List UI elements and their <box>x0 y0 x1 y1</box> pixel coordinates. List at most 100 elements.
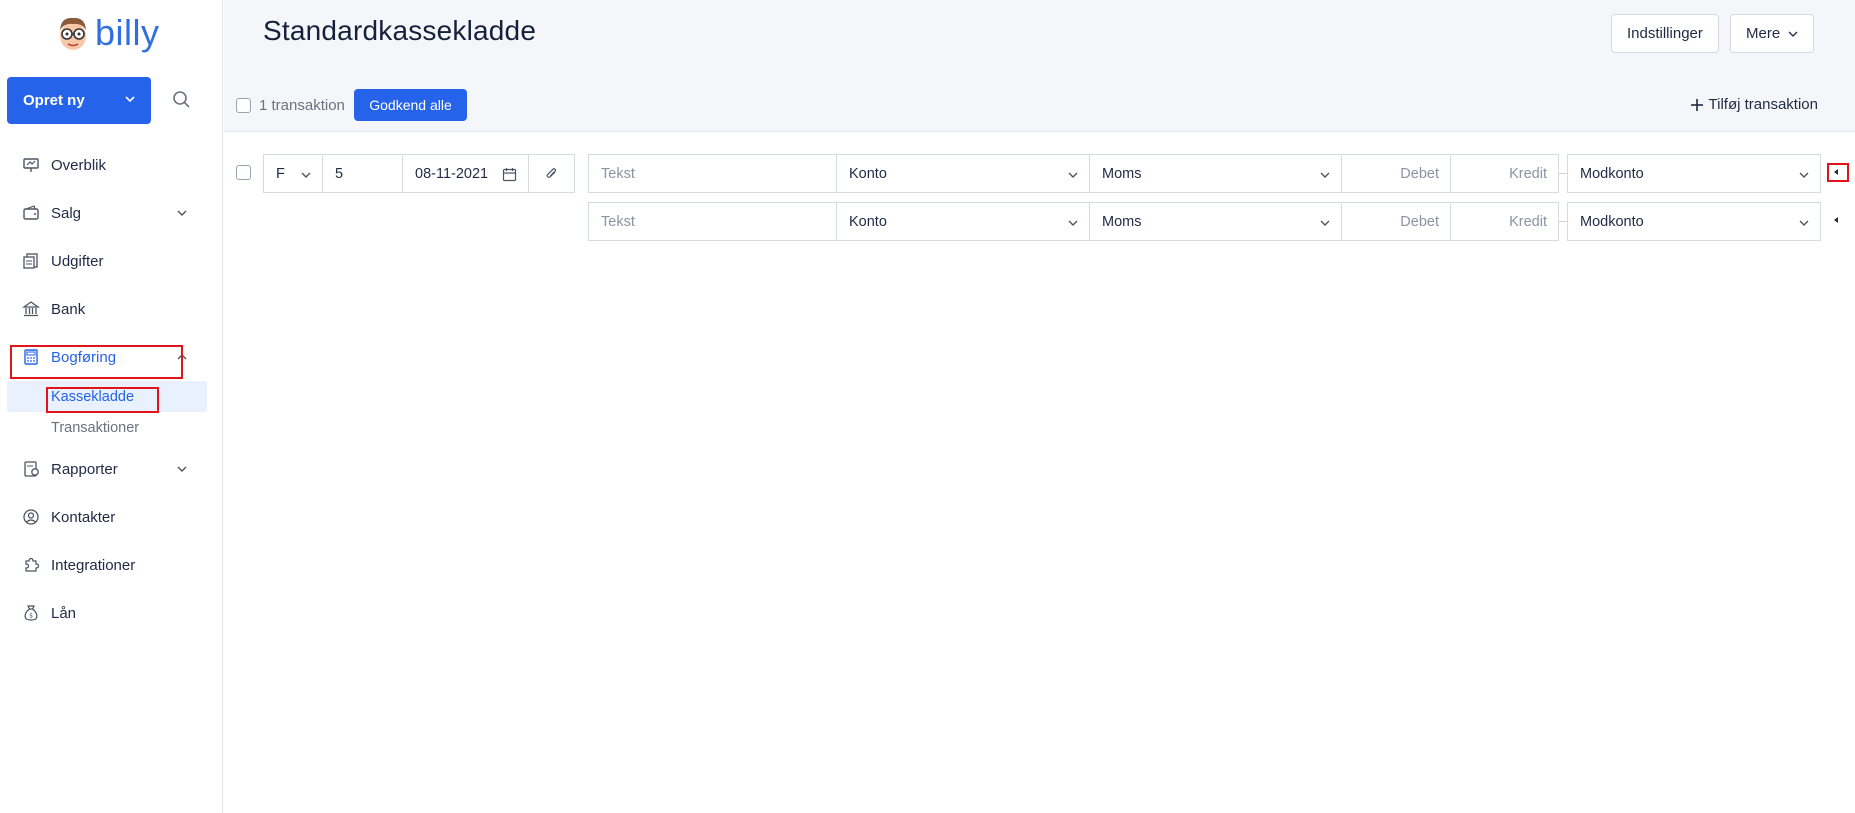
sidebar-item-label: Salg <box>51 204 82 222</box>
row-expand-button[interactable] <box>1827 163 1845 181</box>
search-icon <box>173 91 190 108</box>
billy-logo[interactable]: billy <box>55 14 160 52</box>
sidebar-item-integrationer[interactable]: Integrationer <box>0 545 223 585</box>
contra-account-value: Modkonto <box>1580 213 1644 230</box>
chevron-down-icon <box>177 210 187 216</box>
contra-account-select[interactable]: Modkonto <box>1567 154 1821 193</box>
debit-placeholder: Debet <box>1400 213 1439 230</box>
page-header: Standardkassekladde Indstillinger Mere 1… <box>224 0 1855 132</box>
money-bag-icon: $ <box>24 605 38 621</box>
account-select[interactable]: Konto <box>836 154 1090 193</box>
sidebar-item-label: Lån <box>51 604 77 622</box>
chevron-down-icon <box>125 96 135 103</box>
sidebar-item-label: Overblik <box>51 156 107 174</box>
bank-icon <box>22 301 40 317</box>
sidebar-item-label: Bank <box>51 300 86 318</box>
account-value: Konto <box>849 165 887 182</box>
sidebar: billy Opret ny Overblik Salg Udgifter Ba… <box>0 0 223 813</box>
chevron-down-icon <box>1068 172 1078 178</box>
mascot-icon <box>55 14 91 52</box>
credit-placeholder: Kredit <box>1509 165 1547 182</box>
text-placeholder: Tekst <box>601 213 635 230</box>
account-select[interactable]: Konto <box>836 202 1090 241</box>
text-input[interactable]: Tekst <box>588 154 837 193</box>
search-button[interactable] <box>170 88 194 112</box>
sidebar-subitem-kassekladde[interactable]: Kassekladde <box>7 381 207 412</box>
chevron-up-icon <box>177 354 187 360</box>
chevron-down-icon <box>1788 31 1798 37</box>
date-input[interactable]: 08-11-2021 <box>402 154 529 193</box>
chevron-down-icon <box>1320 220 1330 226</box>
text-input[interactable]: Tekst <box>588 202 837 241</box>
sidebar-item-salg[interactable]: Salg <box>0 193 223 233</box>
voucher-number-input[interactable]: 5 <box>322 154 403 193</box>
plus-icon <box>1690 98 1703 111</box>
chevron-down-icon <box>177 466 187 472</box>
divider-dash <box>1559 221 1567 222</box>
contra-account-select[interactable]: Modkonto <box>1567 202 1821 241</box>
sidebar-item-kontakter[interactable]: Kontakter <box>0 497 223 537</box>
sidebar-item-bank[interactable]: Bank <box>0 289 223 329</box>
row-expand-button[interactable] <box>1827 211 1845 229</box>
text-placeholder: Tekst <box>601 165 635 182</box>
approve-all-button[interactable]: Godkend alle <box>354 89 467 121</box>
caret-left-icon <box>1834 169 1838 175</box>
sidebar-subitem-label: Kassekladde <box>51 388 135 405</box>
divider-dash <box>1559 173 1567 174</box>
sidebar-item-label: Integrationer <box>51 556 136 574</box>
sidebar-item-label: Rapporter <box>51 460 118 478</box>
chevron-down-icon <box>1320 172 1330 178</box>
type-value: F <box>276 165 285 182</box>
vat-select[interactable]: Moms <box>1089 154 1342 193</box>
chevron-down-icon <box>301 172 311 178</box>
contra-account-value: Modkonto <box>1580 165 1644 182</box>
sidebar-item-label: Kontakter <box>51 508 116 526</box>
add-transaction-label: Tilføj transaktion <box>1708 96 1818 113</box>
credit-input[interactable]: Kredit <box>1450 154 1559 193</box>
debit-input[interactable]: Debet <box>1341 154 1451 193</box>
chevron-down-icon <box>1068 220 1078 226</box>
attachment-button[interactable] <box>528 154 575 193</box>
chevron-down-icon <box>1799 220 1809 226</box>
sidebar-item-overblik[interactable]: Overblik <box>0 145 223 185</box>
type-select[interactable]: F <box>263 154 323 193</box>
page-title: Standardkassekladde <box>263 15 537 46</box>
create-new-label: Opret ny <box>23 92 85 109</box>
settings-label: Indstillinger <box>1627 25 1703 42</box>
wallet-icon <box>23 205 39 220</box>
vat-select[interactable]: Moms <box>1089 202 1342 241</box>
report-icon <box>24 461 39 477</box>
chevron-down-icon <box>1799 172 1809 178</box>
vat-value: Moms <box>1102 213 1142 230</box>
settings-button[interactable]: Indstillinger <box>1611 14 1719 53</box>
date-value: 08-11-2021 <box>415 165 489 182</box>
transaction-checkbox[interactable] <box>236 165 251 180</box>
voucher-number-value: 5 <box>335 165 344 182</box>
calendar-icon[interactable] <box>502 167 517 182</box>
select-all-checkbox[interactable] <box>236 98 251 113</box>
vat-value: Moms <box>1102 165 1142 182</box>
paperclip-icon <box>546 168 557 178</box>
approve-all-label: Godkend alle <box>369 97 452 113</box>
puzzle-icon <box>25 557 40 572</box>
debit-input[interactable]: Debet <box>1341 202 1451 241</box>
create-new-button[interactable]: Opret ny <box>7 77 151 124</box>
sidebar-subitem-transaktioner[interactable]: Transaktioner <box>7 412 207 443</box>
svg-text:$: $ <box>29 613 33 620</box>
sidebar-subitem-label: Transaktioner <box>51 419 140 436</box>
sidebar-item-label: Udgifter <box>51 252 104 270</box>
account-value: Konto <box>849 213 887 230</box>
debit-placeholder: Debet <box>1400 165 1439 182</box>
calculator-icon <box>24 349 38 365</box>
contact-icon <box>23 509 39 525</box>
sidebar-item-label: Bogføring <box>51 348 117 366</box>
sidebar-item-bogforing[interactable]: Bogføring <box>0 337 223 377</box>
logo-text: billy <box>95 12 160 53</box>
add-transaction-button[interactable]: Tilføj transaktion <box>1690 96 1818 113</box>
sidebar-item-laan[interactable]: $ Lån <box>0 593 223 633</box>
receipts-icon <box>23 253 38 269</box>
sidebar-item-udgifter[interactable]: Udgifter <box>0 241 223 281</box>
sidebar-item-rapporter[interactable]: Rapporter <box>0 449 223 489</box>
credit-input[interactable]: Kredit <box>1450 202 1559 241</box>
more-button[interactable]: Mere <box>1730 14 1815 53</box>
